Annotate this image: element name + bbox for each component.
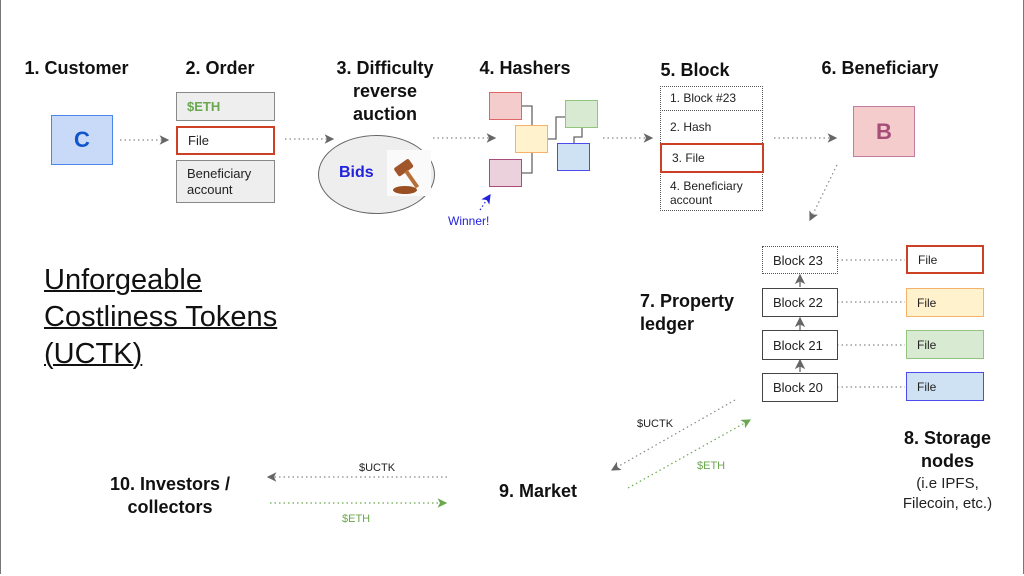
market-heading: 9. Market: [498, 481, 578, 501]
gavel-icon: [387, 150, 431, 196]
order-eth: $ETH: [176, 92, 275, 121]
flow-label-eth-ledger: $ETH: [697, 460, 726, 472]
hasher-green: [565, 100, 598, 128]
ledger-block-21: Block 21: [762, 330, 838, 360]
flow-label-uctk-investors: $UCTK: [359, 462, 396, 474]
arrow-market-ledger-eth: [627, 419, 752, 489]
order-beneficiary: Beneficiary account: [176, 160, 275, 203]
storage-heading: 8. Storage nodes: [903, 428, 992, 471]
customer-node: C: [51, 115, 113, 165]
arrow-winner: [479, 194, 491, 211]
ledger-block-22: Block 22: [762, 288, 838, 317]
storage-file-blue: File: [906, 372, 984, 401]
uctk-title: Unforgeable Costliness Tokens (UCTK): [44, 264, 278, 370]
block-item-file: 3. File: [660, 143, 764, 173]
hasher-blue: [557, 143, 590, 171]
hasher-winner: [489, 159, 522, 187]
order-file: File: [176, 126, 275, 155]
block-heading: 5. Block: [660, 60, 730, 80]
block-item-hash: 2. Hash: [670, 120, 712, 134]
auction-heading: 3. Difficulty reverse auction: [336, 58, 434, 124]
block-item-number: 1. Block #23: [660, 86, 763, 111]
hasher-red: [489, 92, 522, 120]
order-heading: 2. Order: [185, 58, 255, 78]
block-item-beneficiary: 4. Beneficiary account: [670, 178, 743, 207]
ledger-block-23: Block 23: [762, 246, 838, 274]
customer-heading: 1. Customer: [24, 58, 129, 78]
beneficiary-node: B: [853, 106, 915, 157]
storage-file-red: File: [906, 245, 984, 274]
hashers-heading: 4. Hashers: [479, 58, 571, 78]
flow-label-uctk-ledger: $UCTK: [637, 418, 674, 430]
bids-label: Bids: [339, 164, 374, 181]
storage-file-green: File: [906, 330, 984, 359]
beneficiary-heading: 6. Beneficiary: [821, 58, 939, 78]
investors-heading: 10. Investors / collectors: [109, 474, 231, 517]
arrow-beneficiary-ledger: [809, 164, 838, 222]
storage-file-yellow: File: [906, 288, 984, 317]
flow-label-eth-investors: $ETH: [342, 513, 371, 525]
hasher-yellow: [515, 125, 548, 153]
ledger-block-20: Block 20: [762, 373, 838, 402]
ledger-heading: 7. Property ledger: [640, 291, 735, 334]
winner-label: Winner!: [448, 214, 490, 228]
storage-note: (i.e IPFS, Filecoin, etc.): [902, 475, 993, 512]
